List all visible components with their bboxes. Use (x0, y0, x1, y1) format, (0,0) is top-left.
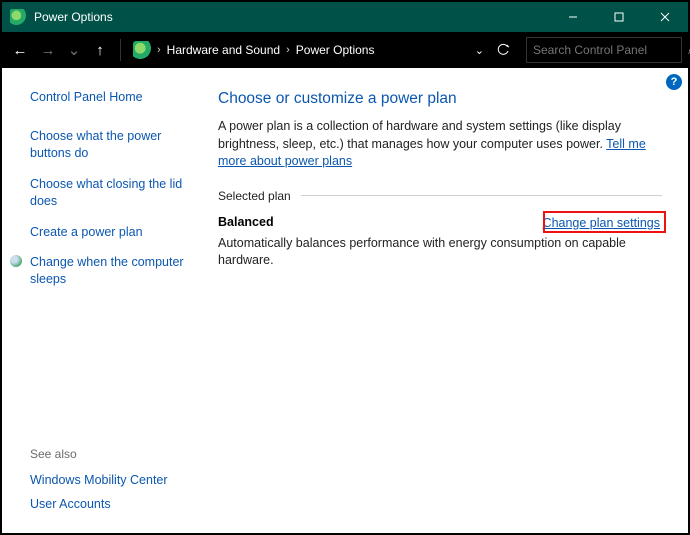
breadcrumb-segment[interactable]: Power Options (296, 43, 375, 57)
page-description: A power plan is a collection of hardware… (218, 118, 662, 171)
up-button[interactable]: ↑ (88, 38, 112, 62)
breadcrumb-tail: ⌄ (469, 43, 516, 57)
spacer (30, 302, 196, 447)
sidebar-link-computer-sleeps[interactable]: Change when the computer sleeps (30, 254, 196, 288)
see-also-mobility-center[interactable]: Windows Mobility Center (30, 473, 196, 487)
divider (301, 195, 662, 196)
page-title: Choose or customize a power plan (218, 90, 662, 108)
power-plan-item: Balanced Change plan settings Automatica… (218, 215, 662, 270)
breadcrumb-segment[interactable]: Hardware and Sound (167, 43, 280, 57)
control-panel-home-link[interactable]: Control Panel Home (30, 90, 196, 104)
refresh-icon[interactable] (496, 43, 510, 57)
breadcrumb-icon (133, 41, 151, 59)
app-icon (10, 9, 26, 25)
minimize-button[interactable] (550, 2, 596, 32)
titlebar: Power Options (2, 2, 688, 32)
sidebar-link-power-buttons[interactable]: Choose what the power buttons do (30, 128, 196, 162)
window-controls (550, 2, 688, 32)
main-panel: Choose or customize a power plan A power… (212, 68, 688, 533)
help-icon[interactable]: ? (666, 74, 682, 90)
breadcrumb[interactable]: › Hardware and Sound › Power Options (129, 37, 465, 63)
plan-name: Balanced (218, 215, 274, 229)
sidebar-link-create-plan[interactable]: Create a power plan (30, 224, 196, 241)
see-also-user-accounts[interactable]: User Accounts (30, 497, 196, 511)
navigation-bar: ← → ⌄ ↑ › Hardware and Sound › Power Opt… (2, 32, 688, 68)
search-box[interactable]: ⌕ (526, 37, 682, 63)
chevron-right-icon: › (286, 44, 290, 56)
selected-plan-header: Selected plan (218, 189, 662, 203)
see-also-header: See also (30, 447, 196, 461)
change-plan-settings-link[interactable]: Change plan settings (541, 215, 662, 231)
recent-dropdown-icon[interactable]: ⌄ (64, 38, 84, 62)
selected-plan-label: Selected plan (218, 189, 291, 203)
forward-button[interactable]: → (36, 38, 60, 62)
chevron-down-icon[interactable]: ⌄ (475, 44, 484, 57)
chevron-right-icon: › (157, 44, 161, 56)
sidebar-link-closing-lid[interactable]: Choose what closing the lid does (30, 176, 196, 210)
maximize-button[interactable] (596, 2, 642, 32)
close-button[interactable] (642, 2, 688, 32)
separator (120, 39, 121, 61)
plan-description: Automatically balances performance with … (218, 235, 628, 270)
content-area: ? Control Panel Home Choose what the pow… (2, 68, 688, 533)
search-input[interactable] (533, 43, 688, 57)
back-button[interactable]: ← (8, 38, 32, 62)
window-title: Power Options (34, 10, 550, 24)
plan-header-row: Balanced Change plan settings (218, 215, 662, 231)
description-text: A power plan is a collection of hardware… (218, 119, 621, 151)
sidebar: Control Panel Home Choose what the power… (2, 68, 212, 533)
